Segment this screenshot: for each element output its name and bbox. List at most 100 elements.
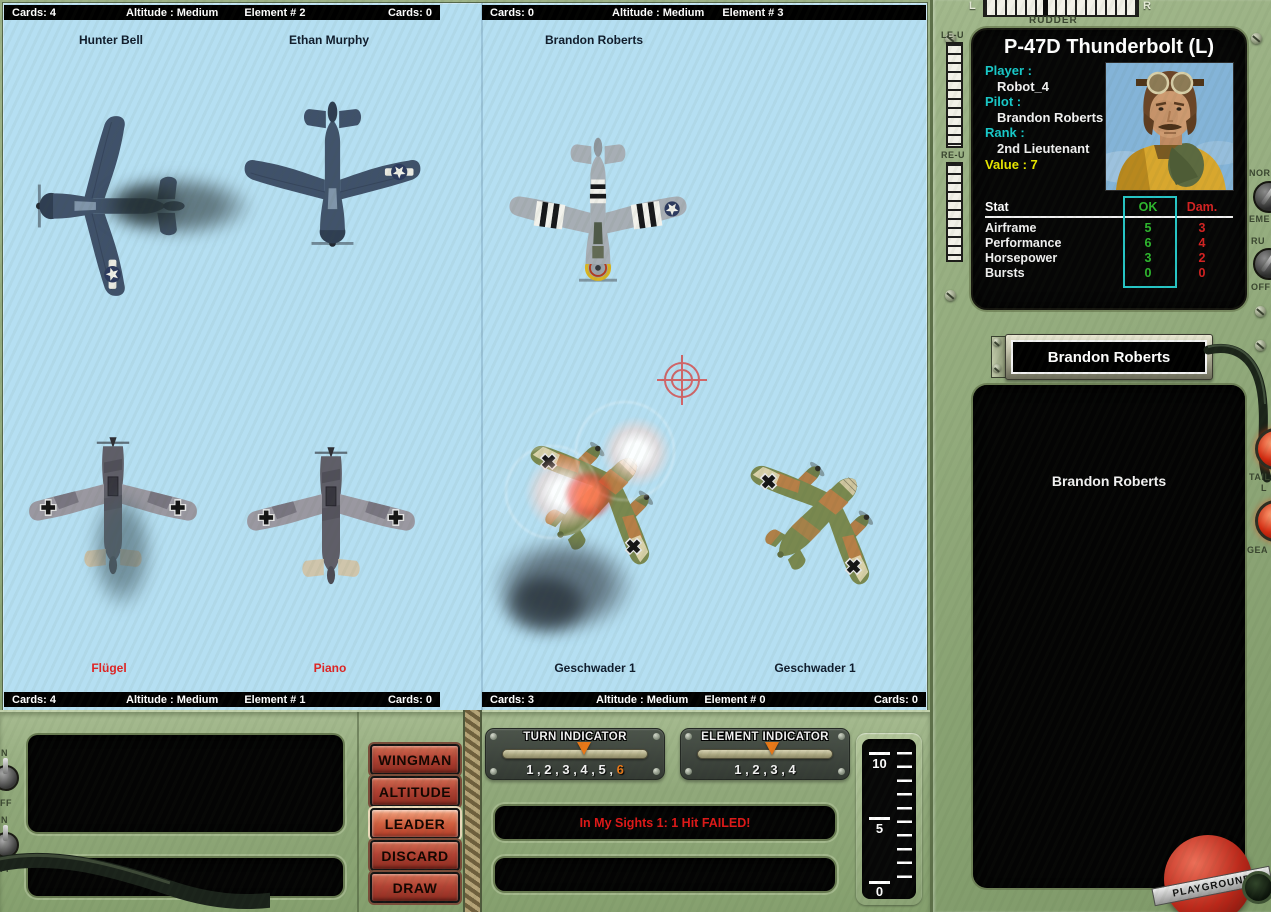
cards-count: Cards: 0 <box>387 6 432 19</box>
status-bar-bottom-left: Cards: 4 Altitude : Medium Element # 1 C… <box>4 692 440 707</box>
turn-number: 4 <box>580 762 598 777</box>
aircraft-ethan-murphy[interactable] <box>235 91 430 253</box>
side-label-tail-l: L <box>1261 483 1267 493</box>
element-number: Element # 3 <box>722 6 784 19</box>
major-tick <box>869 752 890 755</box>
pilot-value: Brandon Roberts <box>997 110 1104 125</box>
stat-ok: 6 <box>1144 236 1152 250</box>
element-number: Element # 2 <box>244 6 306 19</box>
rope-strap <box>463 710 482 912</box>
target-list-panel[interactable]: Brandon Roberts <box>973 385 1245 888</box>
switch-off-label: FF <box>0 864 12 874</box>
element-number: 4 <box>788 762 796 777</box>
side-label-ru: RU <box>1251 236 1265 246</box>
element-number: Element # 0 <box>704 693 766 706</box>
explosion-flash <box>601 417 671 487</box>
aircraft-piano[interactable] <box>241 421 421 623</box>
element-indicator: ELEMENT INDICATOR 1 2 3 4 <box>680 728 850 780</box>
wingman-button[interactable]: WINGMAN <box>370 744 460 775</box>
logo-knob <box>1242 871 1271 904</box>
turn-number: 5 <box>599 762 617 777</box>
trim-gauge <box>946 42 963 148</box>
aircraft-brandon-roberts-p47[interactable] <box>503 125 693 291</box>
element-indicator-pointer[interactable] <box>764 742 779 755</box>
minor-ticks <box>897 752 912 889</box>
turn-numbers: 1 2 3 4 5 6 <box>486 762 664 777</box>
major-tick <box>869 817 890 820</box>
cards-count: Cards: 4 <box>12 693 57 706</box>
stat-table: Stat OK Dam. Airframe 5 3 Performance 6 … <box>985 196 1233 288</box>
element-number: 1 <box>734 762 752 777</box>
altitude-tick-label: 5 <box>875 821 884 836</box>
stat-name: Horsepower <box>985 251 1058 265</box>
dam-header: Dam. <box>1186 200 1218 214</box>
pilot-label-hunter-bell: Hunter Bell <box>78 33 143 47</box>
header-underline <box>985 216 1233 218</box>
altitude-status: Altitude : Medium <box>596 693 689 706</box>
element-number: 2 <box>752 762 770 777</box>
aircraft-geschwader-bomber-2[interactable] <box>712 417 917 622</box>
secondary-message-display <box>495 858 835 891</box>
turn-number: 1 <box>526 762 544 777</box>
trim-gauge-label: RE-U <box>941 150 965 160</box>
trim-gauge-label: LE-U <box>941 30 964 40</box>
turn-indicator-title: TURN INDICATOR <box>523 731 627 743</box>
combat-message: In My Sights 1: 1 Hit FAILED! <box>579 815 751 830</box>
secondary-display <box>28 858 343 896</box>
altitude-status: Altitude : Medium <box>126 6 219 19</box>
selector-knob[interactable] <box>1253 248 1271 280</box>
screw <box>945 290 956 301</box>
leader-button[interactable]: LEADER <box>370 808 460 839</box>
cards-count: Cards: 0 <box>490 6 535 19</box>
altitude-gauge-scale: 10 5 0 <box>862 739 916 899</box>
screw <box>1255 340 1266 351</box>
trim-gauge <box>946 162 963 262</box>
discard-button[interactable]: DISCARD <box>370 840 460 871</box>
altitude-gauge: 10 5 0 <box>856 733 922 905</box>
cockpit-right-panel: L R RUDDER LE-U RE-U P-47D Thunderbolt (… <box>930 0 1271 912</box>
switch-on-label: N <box>1 815 8 825</box>
combat-message-display: In My Sights 1: 1 Hit FAILED! <box>495 806 835 839</box>
player-value: Robot_4 <box>997 79 1049 94</box>
stat-dam: 0 <box>1198 266 1206 280</box>
altitude-button[interactable]: ALTITUDE <box>370 776 460 807</box>
stat-name: Airframe <box>985 221 1037 235</box>
turn-number-current: 6 <box>616 762 624 777</box>
stat-dam: 3 <box>1198 221 1206 235</box>
side-label-tail: TAIL- <box>1249 472 1271 482</box>
side-label-eme: EME <box>1249 214 1271 224</box>
stat-dam: 2 <box>1198 251 1206 265</box>
rudder-marker <box>1042 0 1048 15</box>
turn-indicator-pointer[interactable] <box>576 742 591 755</box>
unit-label-geschwader-2: Geschwader 1 <box>774 661 856 675</box>
pilot-label-flugel: Flügel <box>91 661 127 675</box>
nameplate-text: Brandon Roberts <box>1011 340 1207 374</box>
stat-header: Stat <box>985 200 1009 214</box>
rank-label: Rank : <box>985 125 1025 140</box>
stat-row-performance: Performance 6 4 <box>985 236 1233 251</box>
stat-name: Performance <box>985 236 1062 250</box>
cards-count: Cards: 0 <box>873 693 918 706</box>
game-screen: Cards: 4 Altitude : Medium Element # 2 C… <box>0 0 1271 912</box>
selected-target-nameplate[interactable]: Brandon Roberts <box>1005 334 1213 380</box>
red-indicator-light <box>1255 428 1271 470</box>
stat-ok: 3 <box>1144 251 1152 265</box>
element-number: 3 <box>770 762 788 777</box>
pilot-label-piano: Piano <box>313 661 347 675</box>
rivet <box>838 733 845 740</box>
zone-divider <box>481 3 483 711</box>
stat-row-airframe: Airframe 5 3 <box>985 221 1233 236</box>
pilot-label-ethan-murphy: Ethan Murphy <box>289 33 369 47</box>
card-hand-display <box>28 735 343 832</box>
selector-knob[interactable] <box>1253 181 1271 213</box>
explosion-glow <box>565 471 613 519</box>
smoke-effect <box>111 185 181 225</box>
cards-count: Cards: 3 <box>490 693 535 706</box>
draw-button[interactable]: DRAW <box>370 872 460 903</box>
screw <box>1251 33 1262 44</box>
smoke-effect <box>503 573 588 635</box>
target-list-item[interactable]: Brandon Roberts <box>973 473 1245 489</box>
stat-table-header: Stat OK Dam. <box>985 200 1233 215</box>
screw <box>993 338 1001 346</box>
altitude-status: Altitude : Medium <box>612 6 705 19</box>
